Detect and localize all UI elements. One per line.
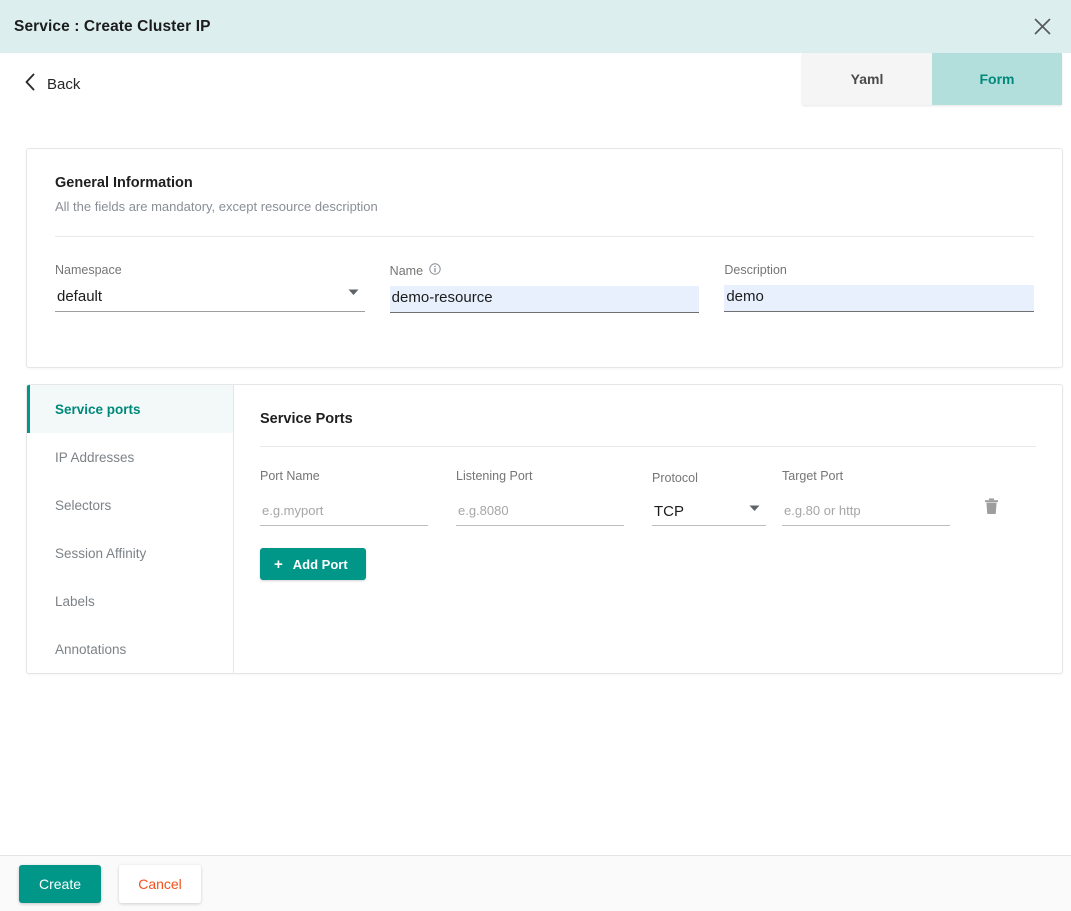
close-icon (1034, 18, 1051, 35)
port-name-label: Port Name (260, 469, 320, 483)
divider (260, 446, 1036, 447)
description-label: Description (724, 263, 787, 277)
tab-yaml[interactable]: Yaml (802, 53, 932, 105)
info-icon[interactable] (429, 263, 441, 278)
name-field-group: Name (389, 263, 700, 313)
name-label: Name (390, 263, 700, 278)
view-mode-tabs: Yaml Form (802, 53, 1062, 105)
back-button[interactable]: Back (24, 73, 80, 96)
service-ports-row: Port Name Listening Port Protocol TCP Ta… (260, 469, 1036, 526)
close-button[interactable] (1029, 14, 1055, 40)
protocol-select-wrap: TCP (652, 503, 766, 526)
general-information-card: General Information All the fields are m… (26, 148, 1063, 368)
protocol-label: Protocol (652, 471, 698, 485)
target-port-group: Target Port (782, 469, 950, 526)
target-port-label: Target Port (782, 469, 844, 483)
listening-port-group: Listening Port (456, 469, 624, 526)
back-label: Back (47, 76, 81, 93)
sidebar-item-ip-addresses[interactable]: IP Addresses (27, 433, 233, 481)
target-port-input[interactable] (782, 501, 950, 526)
sidebar-item-session-affinity[interactable]: Session Affinity (27, 529, 233, 577)
service-ports-panel: Service Ports Port Name Listening Port P… (234, 385, 1062, 673)
protocol-select[interactable]: TCP (652, 503, 766, 526)
trash-icon (984, 498, 999, 520)
divider (55, 236, 1034, 237)
protocol-group: Protocol TCP (652, 471, 766, 526)
dialog-header: Service : Create Cluster IP (0, 0, 1071, 53)
sidebar-item-labels[interactable]: Labels (27, 577, 233, 625)
port-name-input[interactable] (260, 501, 428, 526)
general-information-subtitle: All the fields are mandatory, except res… (55, 199, 378, 214)
namespace-label: Namespace (55, 263, 122, 277)
description-input[interactable] (724, 285, 1035, 312)
description-field-group: Description (724, 263, 1035, 313)
sidebar-item-selectors[interactable]: Selectors (27, 481, 233, 529)
chevron-left-icon (24, 73, 36, 96)
general-information-title: General Information (55, 175, 193, 191)
port-name-group: Port Name (260, 469, 428, 526)
page-title: Service : Create Cluster IP (14, 17, 211, 35)
name-input[interactable] (389, 286, 700, 313)
general-fields-row: Namespace Name (55, 263, 1035, 313)
toolbar: Back Yaml Form (0, 53, 1071, 131)
sidebar-item-annotations[interactable]: Annotations (27, 625, 233, 673)
listening-port-input[interactable] (456, 501, 624, 526)
cancel-button[interactable]: Cancel (119, 864, 201, 903)
service-configuration-card: Service ports IP Addresses Selectors Ses… (26, 384, 1063, 674)
sidebar-item-service-ports[interactable]: Service ports (27, 385, 233, 433)
namespace-field-group: Namespace (55, 263, 365, 313)
add-port-button[interactable]: + Add Port (260, 548, 366, 580)
section-sidebar: Service ports IP Addresses Selectors Ses… (27, 385, 234, 673)
listening-port-label: Listening Port (456, 469, 533, 483)
service-ports-title: Service Ports (260, 411, 353, 427)
namespace-select[interactable] (55, 285, 365, 312)
namespace-select-wrap (55, 285, 365, 312)
create-button[interactable]: Create (19, 864, 101, 903)
tab-form[interactable]: Form (932, 53, 1062, 105)
plus-icon: + (274, 555, 283, 573)
delete-port-button[interactable] (980, 498, 1002, 520)
action-bar: Create Cancel (0, 855, 1071, 911)
add-port-label: Add Port (292, 556, 348, 572)
